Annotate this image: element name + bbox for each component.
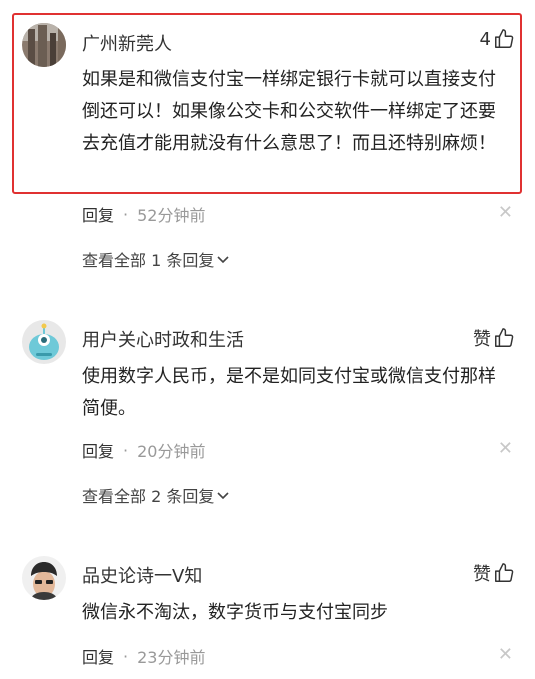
comment-meta: 回复 · 20分钟前 xyxy=(82,438,205,462)
username[interactable]: 品史论诗一V知 xyxy=(82,562,202,588)
avatar[interactable] xyxy=(22,320,66,364)
like-button[interactable]: 4 xyxy=(480,28,515,50)
reply-button[interactable]: 回复 xyxy=(82,644,114,668)
like-button[interactable]: 赞 xyxy=(473,325,515,351)
timestamp: 23分钟前 xyxy=(137,648,206,667)
thumbs-up-icon xyxy=(495,29,514,48)
timestamp: 20分钟前 xyxy=(137,442,206,461)
view-replies-label: 查看全部 2 条回复 xyxy=(82,487,215,506)
chevron-down-icon xyxy=(217,256,229,264)
comment-meta: 回复 · 52分钟前 xyxy=(82,202,205,226)
avatar[interactable] xyxy=(22,556,66,600)
close-icon[interactable]: ✕ xyxy=(498,644,513,665)
separator-dot: · xyxy=(123,440,129,460)
comment-meta: 回复 · 23分钟前 xyxy=(82,644,205,668)
view-replies-link[interactable]: 查看全部 2 条回复 xyxy=(82,483,230,507)
view-replies-label: 查看全部 1 条回复 xyxy=(82,251,215,270)
close-icon[interactable]: ✕ xyxy=(498,202,513,223)
username[interactable]: 用户关心时政和生活 xyxy=(82,326,244,352)
separator-dot: · xyxy=(123,204,129,224)
username[interactable]: 广州新莞人 xyxy=(82,30,172,56)
like-count: 4 xyxy=(479,28,491,50)
comment-text: 如果是和微信支付宝一样绑定银行卡就可以直接支付倒还可以！如果像公交卡和公交软件一… xyxy=(82,69,496,154)
timestamp: 52分钟前 xyxy=(137,206,206,225)
chevron-down-icon xyxy=(217,492,229,500)
comment-text: 微信永不淘汰，数字货币与支付宝同步 xyxy=(82,602,388,623)
view-replies-link[interactable]: 查看全部 1 条回复 xyxy=(82,247,230,271)
separator-dot: · xyxy=(123,646,129,666)
like-label: 赞 xyxy=(473,329,491,350)
like-label: 赞 xyxy=(473,564,491,585)
thumbs-up-icon xyxy=(495,328,514,347)
comment-text: 使用数字人民币，是不是如同支付宝或微信支付那样简便。 xyxy=(82,366,496,419)
like-button[interactable]: 赞 xyxy=(473,560,515,586)
close-icon[interactable]: ✕ xyxy=(498,438,513,459)
reply-button[interactable]: 回复 xyxy=(82,438,114,462)
thumbs-up-icon xyxy=(495,563,514,582)
avatar[interactable] xyxy=(22,23,66,67)
reply-button[interactable]: 回复 xyxy=(82,202,114,226)
